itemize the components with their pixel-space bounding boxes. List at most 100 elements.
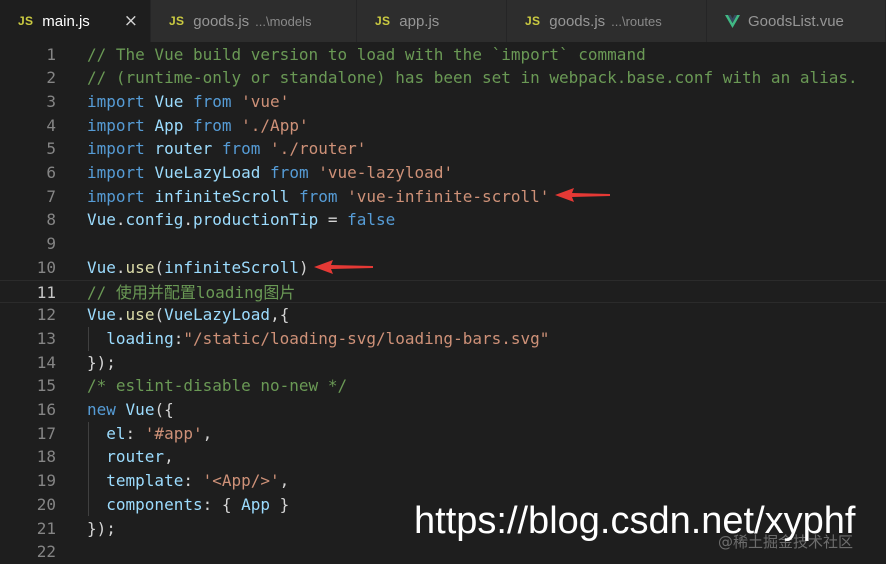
tab-goodslist-vue[interactable]: GoodsList.vue: [707, 0, 886, 42]
code-token: .: [115, 210, 126, 230]
code-line[interactable]: 11 // 使用并配置loading图片: [0, 279, 886, 304]
code-text: import Vue from 'vue': [87, 90, 289, 114]
tab-app-js[interactable]: JS app.js: [357, 0, 507, 42]
code-token: Vue: [125, 400, 155, 419]
code-token: './router': [270, 139, 367, 159]
code-line[interactable]: 9: [0, 232, 886, 256]
code-text: // The Vue build version to load with th…: [87, 43, 646, 67]
tab-goods-js-routes[interactable]: JS goods.js ...\routes: [507, 0, 707, 42]
code-line[interactable]: 14});: [0, 351, 886, 375]
code-line[interactable]: 10 Vue.use(infiniteScroll): [0, 256, 886, 280]
line-number: 15: [36, 376, 56, 396]
code-token: import: [87, 91, 145, 111]
code-token: productionTip: [192, 210, 319, 230]
code-text: });: [87, 517, 116, 541]
js-file-icon: JS: [525, 14, 541, 28]
line-number: 14: [36, 352, 56, 372]
code-line[interactable]: 12 Vue.use(VueLazyLoad,{: [0, 303, 886, 327]
code-line[interactable]: 15 /* eslint-disable no-new */: [0, 374, 886, 398]
line-number: 17: [36, 423, 56, 443]
code-token: from: [221, 139, 261, 159]
code-token: :: [183, 471, 203, 491]
code-token: :: [125, 423, 145, 443]
tab-label: goods.js: [193, 12, 250, 30]
close-icon[interactable]: ×: [124, 11, 138, 31]
code-token: config: [125, 210, 184, 230]
code-token: Vue: [87, 305, 116, 325]
code-token: router: [106, 447, 165, 467]
code-token: from: [270, 163, 309, 182]
code-token: });: [87, 352, 116, 372]
code-token: ): [298, 257, 309, 277]
code-token: '#app': [144, 423, 203, 443]
code-token: }: [270, 494, 290, 514]
line-number: 9: [46, 234, 56, 254]
line-number: 22: [36, 542, 56, 562]
code-line[interactable]: 19 template: '<App/>',: [0, 469, 886, 493]
code-text: template: '<App/>',: [87, 469, 289, 493]
code-editor[interactable]: 1 // The Vue build version to load with t…: [0, 42, 886, 561]
watermark-sub: @稀土掘金技术社区: [718, 533, 854, 551]
editor-tab-bar: JS main.js × JS goods.js ...\models JS a…: [0, 0, 886, 42]
line-number: 16: [36, 400, 56, 419]
code-token: App: [241, 494, 271, 514]
code-token: import: [87, 115, 145, 135]
code-line[interactable]: 3 import Vue from 'vue': [0, 90, 886, 114]
code-token: : {: [202, 494, 242, 514]
code-line[interactable]: 17 el: '#app',: [0, 421, 886, 446]
line-number: 1: [46, 44, 56, 64]
js-file-icon: JS: [375, 14, 391, 28]
code-line[interactable]: 16 new Vue({: [0, 398, 886, 422]
annotation-arrow-line-7: [555, 188, 610, 202]
code-token: // 使用并配置loading图片: [87, 282, 296, 302]
code-line[interactable]: 7 import infiniteScroll from 'vue-infinit…: [0, 185, 886, 209]
vue-logo-icon: [725, 14, 740, 28]
code-token: components: [106, 494, 203, 514]
code-token: infiniteScroll: [164, 257, 299, 277]
code-line[interactable]: 6 import VueLazyLoad from 'vue-lazyload': [0, 161, 886, 185]
tab-label: main.js: [42, 12, 90, 30]
line-number: 21: [36, 518, 56, 538]
tab-main-js[interactable]: JS main.js ×: [0, 0, 151, 42]
tab-label: app.js: [399, 12, 440, 30]
code-token: (: [154, 305, 165, 325]
code-line[interactable]: 4 import App from './App': [0, 114, 886, 138]
code-token: (: [154, 257, 165, 277]
code-token: // The Vue build version to load with th…: [87, 44, 646, 64]
code-line[interactable]: 13 loading:"/static/loading-svg/loading-…: [0, 326, 886, 351]
code-token: =: [318, 210, 348, 230]
code-text: loading:"/static/loading-svg/loading-bar…: [87, 327, 549, 351]
tab-goods-js-models[interactable]: JS goods.js ...\models: [151, 0, 357, 42]
code-token: :: [173, 328, 184, 348]
line-number: 19: [36, 471, 56, 491]
code-text: // (runtime-only or standalone) has been…: [87, 66, 858, 90]
code-line[interactable]: 18 router,: [0, 445, 886, 470]
code-token: from: [298, 186, 338, 206]
code-token: ,: [164, 447, 174, 467]
line-number: 8: [46, 210, 56, 230]
code-line[interactable]: 8 Vue.config.productionTip = false: [0, 208, 886, 232]
code-token: .: [115, 257, 126, 277]
annotation-arrow-line-10: [314, 260, 373, 274]
tab-path-description: ...\models: [255, 13, 312, 29]
code-line[interactable]: 1 // The Vue build version to load with t…: [0, 43, 886, 67]
code-token: loading: [106, 328, 174, 348]
line-number: 12: [36, 305, 56, 325]
tab-label: goods.js: [549, 12, 606, 30]
code-token: Vue: [87, 210, 116, 230]
code-line[interactable]: 2 // (runtime-only or standalone) has bee…: [0, 66, 886, 90]
code-line[interactable]: 5 import router from './router': [0, 137, 886, 161]
code-token: .: [183, 210, 193, 230]
code-text: components: { App }: [87, 493, 289, 517]
